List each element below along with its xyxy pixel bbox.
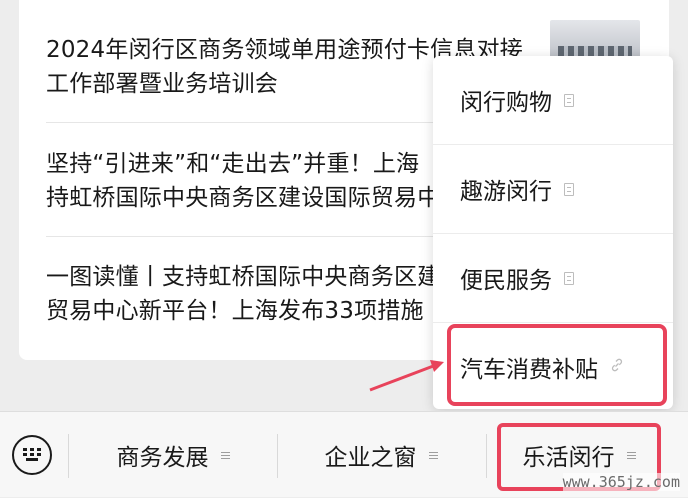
tab-divider — [68, 434, 69, 478]
menu-item-car-subsidy[interactable]: 汽车消费补贴 — [433, 323, 673, 411]
tab-business-development[interactable]: 商务发展 — [70, 412, 276, 498]
menu-item-label: 便民服务 — [460, 268, 552, 294]
watermark: www.365jz.com — [562, 473, 680, 491]
pointer-arrow-icon — [369, 360, 444, 392]
keyboard-toggle-button[interactable] — [12, 435, 52, 475]
doc-icon — [564, 271, 574, 285]
tab-label: 企业之窗 — [324, 445, 417, 471]
doc-icon — [564, 182, 574, 196]
menu-item-label: 闵行购物 — [460, 90, 552, 116]
tab-label: 乐活闵行 — [522, 445, 615, 471]
tab-label: 商务发展 — [116, 445, 209, 471]
link-icon — [610, 358, 624, 376]
doc-icon — [564, 93, 574, 107]
menu-icon — [220, 451, 230, 460]
menu-icon — [428, 451, 438, 460]
menu-item-fun-travel[interactable]: 趣游闵行 — [433, 145, 673, 233]
menu-item-label: 趣游闵行 — [460, 179, 552, 205]
menu-item-public-service[interactable]: 便民服务 — [433, 234, 673, 322]
popup-menu: 闵行购物 趣游闵行 便民服务 汽车消费补贴 — [433, 56, 673, 409]
menu-item-minhang-shopping[interactable]: 闵行购物 — [433, 56, 673, 144]
tab-enterprise-window[interactable]: 企业之窗 — [278, 412, 484, 498]
menu-icon — [626, 451, 636, 460]
keyboard-icon — [23, 448, 41, 461]
menu-item-label: 汽车消费补贴 — [460, 357, 598, 383]
